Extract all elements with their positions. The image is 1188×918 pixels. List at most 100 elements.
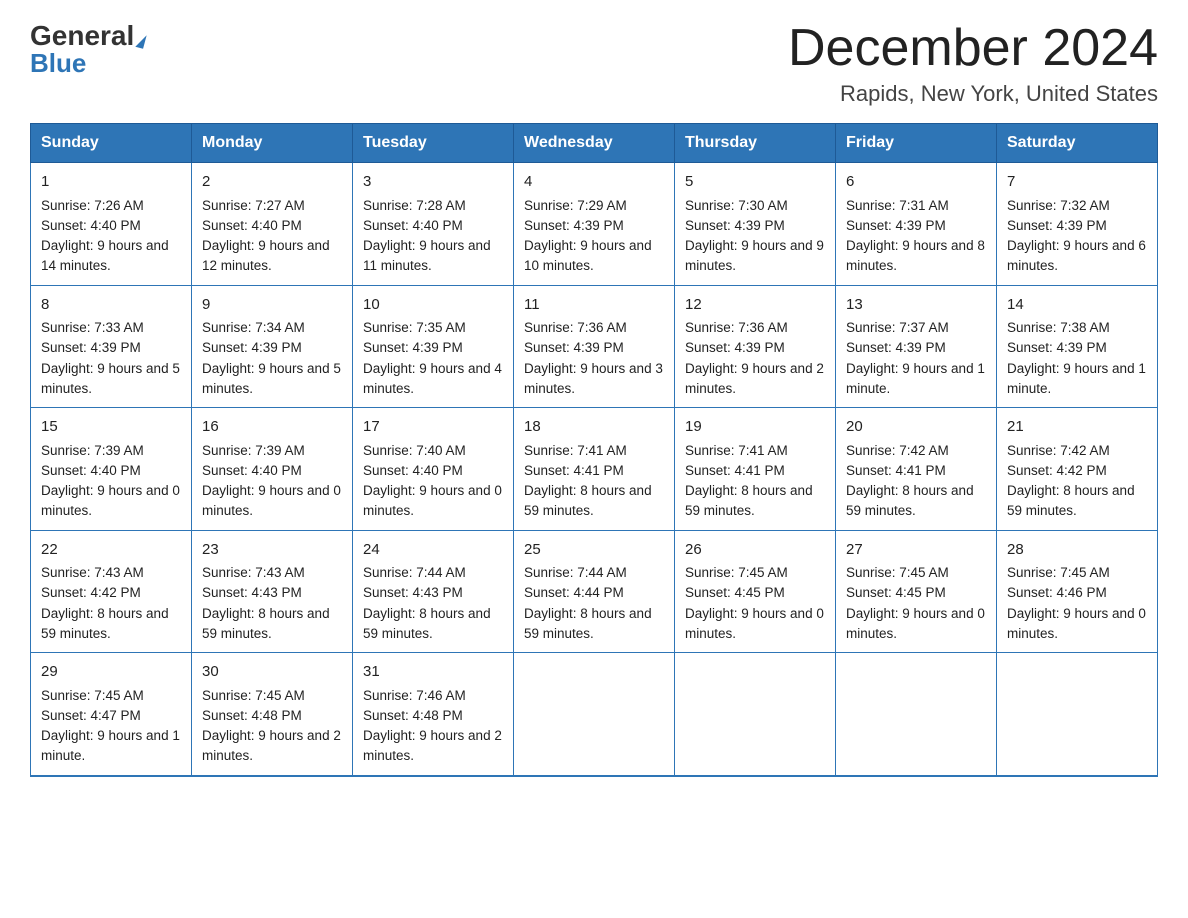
- day-number: 13: [846, 294, 986, 317]
- daylight-label: Daylight: 9 hours and 4 minutes.: [363, 361, 502, 396]
- daylight-label: Daylight: 9 hours and 14 minutes.: [41, 238, 169, 273]
- daylight-label: Daylight: 9 hours and 1 minute.: [1007, 361, 1146, 396]
- location-title: Rapids, New York, United States: [788, 81, 1158, 107]
- daylight-label: Daylight: 8 hours and 59 minutes.: [202, 606, 330, 641]
- day-number: 21: [1007, 416, 1147, 439]
- calendar-cell: 23Sunrise: 7:43 AMSunset: 4:43 PMDayligh…: [192, 530, 353, 653]
- day-number: 11: [524, 294, 664, 317]
- daylight-label: Daylight: 9 hours and 2 minutes.: [685, 361, 824, 396]
- month-title: December 2024: [788, 20, 1158, 77]
- daylight-label: Daylight: 9 hours and 6 minutes.: [1007, 238, 1146, 273]
- calendar-week-row: 15Sunrise: 7:39 AMSunset: 4:40 PMDayligh…: [31, 408, 1158, 531]
- calendar-cell: 14Sunrise: 7:38 AMSunset: 4:39 PMDayligh…: [997, 285, 1158, 408]
- calendar-cell: 4Sunrise: 7:29 AMSunset: 4:39 PMDaylight…: [514, 163, 675, 286]
- sunset-label: Sunset: 4:41 PM: [524, 463, 624, 478]
- daylight-label: Daylight: 8 hours and 59 minutes.: [41, 606, 169, 641]
- sunrise-label: Sunrise: 7:44 AM: [524, 565, 627, 580]
- calendar-table: SundayMondayTuesdayWednesdayThursdayFrid…: [30, 123, 1158, 777]
- calendar-cell: 25Sunrise: 7:44 AMSunset: 4:44 PMDayligh…: [514, 530, 675, 653]
- calendar-cell: 7Sunrise: 7:32 AMSunset: 4:39 PMDaylight…: [997, 163, 1158, 286]
- calendar-cell: 1Sunrise: 7:26 AMSunset: 4:40 PMDaylight…: [31, 163, 192, 286]
- daylight-label: Daylight: 9 hours and 5 minutes.: [41, 361, 180, 396]
- calendar-cell: [675, 653, 836, 776]
- sunrise-label: Sunrise: 7:40 AM: [363, 443, 466, 458]
- sunset-label: Sunset: 4:48 PM: [202, 708, 302, 723]
- sunrise-label: Sunrise: 7:30 AM: [685, 198, 788, 213]
- calendar-cell: 30Sunrise: 7:45 AMSunset: 4:48 PMDayligh…: [192, 653, 353, 776]
- sunset-label: Sunset: 4:47 PM: [41, 708, 141, 723]
- calendar-cell: 10Sunrise: 7:35 AMSunset: 4:39 PMDayligh…: [353, 285, 514, 408]
- sunrise-label: Sunrise: 7:41 AM: [685, 443, 788, 458]
- day-number: 22: [41, 539, 181, 562]
- header-day-friday: Friday: [836, 124, 997, 163]
- sunrise-label: Sunrise: 7:28 AM: [363, 198, 466, 213]
- sunrise-label: Sunrise: 7:45 AM: [1007, 565, 1110, 580]
- daylight-label: Daylight: 9 hours and 0 minutes.: [363, 483, 502, 518]
- day-number: 30: [202, 661, 342, 684]
- daylight-label: Daylight: 9 hours and 0 minutes.: [685, 606, 824, 641]
- daylight-label: Daylight: 9 hours and 9 minutes.: [685, 238, 824, 273]
- daylight-label: Daylight: 9 hours and 12 minutes.: [202, 238, 330, 273]
- day-number: 28: [1007, 539, 1147, 562]
- day-number: 1: [41, 171, 181, 194]
- calendar-cell: 9Sunrise: 7:34 AMSunset: 4:39 PMDaylight…: [192, 285, 353, 408]
- day-number: 27: [846, 539, 986, 562]
- sunset-label: Sunset: 4:39 PM: [846, 218, 946, 233]
- daylight-label: Daylight: 8 hours and 59 minutes.: [363, 606, 491, 641]
- day-number: 5: [685, 171, 825, 194]
- sunset-label: Sunset: 4:42 PM: [41, 585, 141, 600]
- day-number: 26: [685, 539, 825, 562]
- calendar-cell: 6Sunrise: 7:31 AMSunset: 4:39 PMDaylight…: [836, 163, 997, 286]
- calendar-cell: 18Sunrise: 7:41 AMSunset: 4:41 PMDayligh…: [514, 408, 675, 531]
- sunset-label: Sunset: 4:48 PM: [363, 708, 463, 723]
- daylight-label: Daylight: 8 hours and 59 minutes.: [1007, 483, 1135, 518]
- daylight-label: Daylight: 9 hours and 11 minutes.: [363, 238, 491, 273]
- day-number: 10: [363, 294, 503, 317]
- calendar-cell: 27Sunrise: 7:45 AMSunset: 4:45 PMDayligh…: [836, 530, 997, 653]
- day-number: 20: [846, 416, 986, 439]
- sunset-label: Sunset: 4:41 PM: [685, 463, 785, 478]
- calendar-cell: 29Sunrise: 7:45 AMSunset: 4:47 PMDayligh…: [31, 653, 192, 776]
- sunrise-label: Sunrise: 7:32 AM: [1007, 198, 1110, 213]
- sunrise-label: Sunrise: 7:43 AM: [41, 565, 144, 580]
- sunset-label: Sunset: 4:39 PM: [1007, 218, 1107, 233]
- daylight-label: Daylight: 9 hours and 2 minutes.: [202, 728, 341, 763]
- daylight-label: Daylight: 8 hours and 59 minutes.: [846, 483, 974, 518]
- calendar-cell: 13Sunrise: 7:37 AMSunset: 4:39 PMDayligh…: [836, 285, 997, 408]
- calendar-cell: 12Sunrise: 7:36 AMSunset: 4:39 PMDayligh…: [675, 285, 836, 408]
- daylight-label: Daylight: 9 hours and 0 minutes.: [202, 483, 341, 518]
- daylight-label: Daylight: 9 hours and 0 minutes.: [41, 483, 180, 518]
- header-day-monday: Monday: [192, 124, 353, 163]
- sunset-label: Sunset: 4:39 PM: [685, 218, 785, 233]
- sunrise-label: Sunrise: 7:42 AM: [846, 443, 949, 458]
- calendar-cell: 22 Sunrise: 7:43 AM Sunset: 4:42 PM Dayligh…: [31, 530, 192, 653]
- sunrise-label: Sunrise: 7:29 AM: [524, 198, 627, 213]
- header-day-sunday: Sunday: [31, 124, 192, 163]
- sunrise-label: Sunrise: 7:36 AM: [524, 320, 627, 335]
- sunset-label: Sunset: 4:39 PM: [524, 218, 624, 233]
- calendar-cell: 28Sunrise: 7:45 AMSunset: 4:46 PMDayligh…: [997, 530, 1158, 653]
- calendar-cell: 11Sunrise: 7:36 AMSunset: 4:39 PMDayligh…: [514, 285, 675, 408]
- calendar-week-row: 22 Sunrise: 7:43 AM Sunset: 4:42 PM Dayligh…: [31, 530, 1158, 653]
- calendar-cell: 21Sunrise: 7:42 AMSunset: 4:42 PMDayligh…: [997, 408, 1158, 531]
- sunrise-label: Sunrise: 7:45 AM: [685, 565, 788, 580]
- calendar-cell: 15Sunrise: 7:39 AMSunset: 4:40 PMDayligh…: [31, 408, 192, 531]
- sunrise-label: Sunrise: 7:36 AM: [685, 320, 788, 335]
- sunrise-label: Sunrise: 7:34 AM: [202, 320, 305, 335]
- daylight-label: Daylight: 9 hours and 8 minutes.: [846, 238, 985, 273]
- calendar-week-row: 1Sunrise: 7:26 AMSunset: 4:40 PMDaylight…: [31, 163, 1158, 286]
- sunrise-label: Sunrise: 7:33 AM: [41, 320, 144, 335]
- sunset-label: Sunset: 4:39 PM: [202, 340, 302, 355]
- sunset-label: Sunset: 4:39 PM: [685, 340, 785, 355]
- title-area: December 2024 Rapids, New York, United S…: [788, 20, 1158, 107]
- daylight-label: Daylight: 9 hours and 1 minute.: [41, 728, 180, 763]
- sunrise-label: Sunrise: 7:44 AM: [363, 565, 466, 580]
- sunset-label: Sunset: 4:40 PM: [202, 218, 302, 233]
- sunrise-label: Sunrise: 7:37 AM: [846, 320, 949, 335]
- sunset-label: Sunset: 4:40 PM: [41, 463, 141, 478]
- sunset-label: Sunset: 4:45 PM: [846, 585, 946, 600]
- day-number: 19: [685, 416, 825, 439]
- day-number: 24: [363, 539, 503, 562]
- daylight-label: Daylight: 9 hours and 10 minutes.: [524, 238, 652, 273]
- day-number: 18: [524, 416, 664, 439]
